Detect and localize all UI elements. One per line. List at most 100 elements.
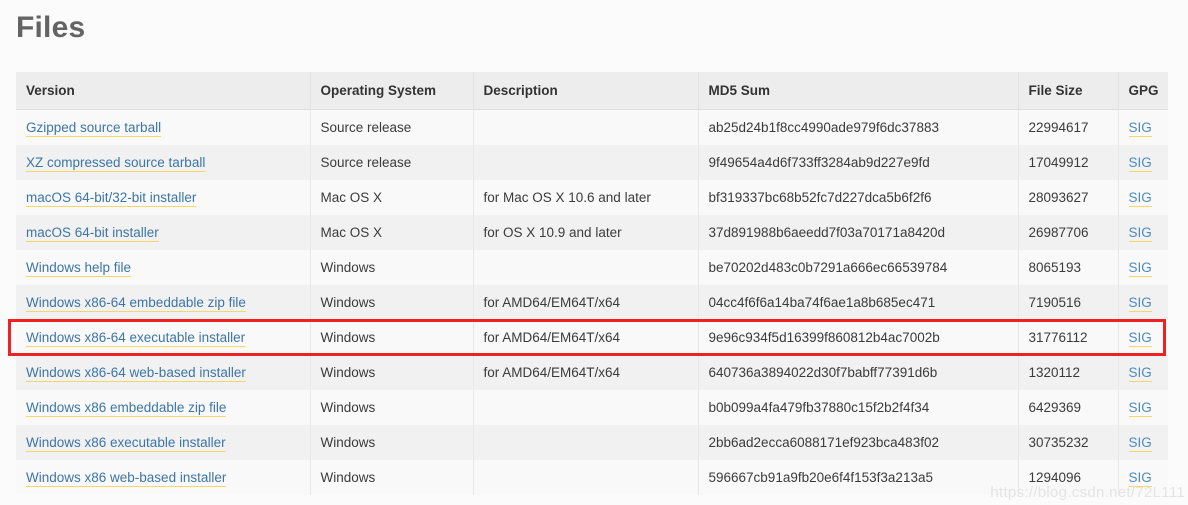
page-title: Files [16,11,86,44]
cell-version: Windows x86 web-based installer [16,460,311,495]
cell-gpg: SIG [1118,109,1168,145]
table-row: macOS 64-bit/32-bit installer Mac OS Xfor… [16,180,1168,215]
download-link[interactable]: Gzipped source tarball [26,120,162,137]
cell-version: Windows x86-64 web-based installer [16,355,311,390]
column-header-version[interactable]: Version [16,72,311,110]
cell-md5-sum: 9e96c934f5d16399f860812b4ac7002b [698,320,1019,355]
cell-version: Windows x86-64 executable installer [16,320,311,355]
download-link[interactable]: Windows x86 web-based installer [26,470,227,487]
cell-operating-system: Mac OS X [310,215,474,250]
cell-gpg: SIG [1118,180,1168,215]
cell-description [473,425,699,460]
sig-link[interactable]: SIG [1128,155,1152,172]
download-link[interactable]: macOS 64-bit/32-bit installer [26,190,197,207]
table-row: macOS 64-bit installer Mac OS Xfor OS X 1… [16,215,1168,250]
table-row: Windows x86 executable installer Windows 2… [16,425,1168,460]
cell-file-size: 30735232 [1018,425,1119,460]
cell-md5-sum: 9f49654a4d6f733ff3284ab9d227e9fd [698,145,1019,180]
cell-file-size: 26987706 [1018,215,1119,250]
sig-link[interactable]: SIG [1128,120,1152,137]
cell-version: Windows help file [16,250,311,285]
cell-file-size: 1320112 [1018,355,1119,390]
cell-version: macOS 64-bit installer [16,215,311,250]
download-link[interactable]: Windows x86 embeddable zip file [26,400,227,417]
cell-description: for OS X 10.9 and later [473,215,699,250]
download-link[interactable]: Windows x86-64 web-based installer [26,365,246,382]
cell-file-size: 6429369 [1018,390,1119,425]
sig-link[interactable]: SIG [1128,225,1152,242]
cell-operating-system: Windows [310,460,474,495]
cell-gpg: SIG [1118,355,1168,390]
table-row: Windows x86 embeddable zip file Windows b0… [16,390,1168,425]
table-row: Windows x86-64 embeddable zip file Window… [16,285,1168,320]
download-link[interactable]: XZ compressed source tarball [26,155,206,172]
cell-operating-system: Mac OS X [310,180,474,215]
cell-gpg: SIG [1118,215,1168,250]
column-header-md5-sum[interactable]: MD5 Sum [698,72,1019,110]
column-header-gpg[interactable]: GPG [1118,72,1168,110]
download-link[interactable]: Windows help file [26,260,132,277]
cell-md5-sum: 2bb6ad2ecca6088171ef923bca483f02 [698,425,1019,460]
cell-md5-sum: b0b099a4fa479fb37880c15f2b2f4f34 [698,390,1019,425]
files-page: Files Version Operating System Descripti… [0,0,1188,505]
cell-gpg: SIG [1118,145,1168,180]
sig-link[interactable]: SIG [1128,190,1152,207]
cell-version: Windows x86 embeddable zip file [16,390,311,425]
download-link[interactable]: macOS 64-bit installer [26,225,159,242]
sig-link[interactable]: SIG [1128,365,1152,382]
cell-file-size: 22994617 [1018,109,1119,145]
cell-gpg: SIG [1118,425,1168,460]
sig-link[interactable]: SIG [1128,295,1152,312]
cell-operating-system: Windows [310,320,474,355]
table-row: Windows x86-64 executable installer Windo… [16,320,1168,355]
cell-md5-sum: bf319337bc68b52fc7d227dca5b6f2f6 [698,180,1019,215]
cell-gpg: SIG [1118,390,1168,425]
cell-md5-sum: 37d891988b6aeedd7f03a70171a8420d [698,215,1019,250]
cell-operating-system: Windows [310,425,474,460]
cell-gpg: SIG [1118,285,1168,320]
cell-description [473,250,699,285]
cell-operating-system: Source release [310,145,474,180]
cell-description [473,390,699,425]
cell-version: Gzipped source tarball [16,109,311,145]
cell-operating-system: Source release [310,109,474,145]
sig-link[interactable]: SIG [1128,400,1152,417]
download-link[interactable]: Windows x86-64 embeddable zip file [26,295,246,312]
column-header-description[interactable]: Description [473,72,699,110]
cell-md5-sum: 596667cb91a9fb20e6f4f153f3a213a5 [698,460,1019,495]
sig-link[interactable]: SIG [1128,330,1152,347]
cell-md5-sum: be70202d483c0b7291a666ec66539784 [698,250,1019,285]
watermark-text: https://blog.csdn.net/72L111 [990,484,1185,501]
cell-file-size: 28093627 [1018,180,1119,215]
column-header-operating-system[interactable]: Operating System [310,72,474,110]
download-link[interactable]: Windows x86-64 executable installer [26,330,246,347]
cell-version: Windows x86-64 embeddable zip file [16,285,311,320]
table-row: Windows help file Windows be70202d483c0b72… [16,250,1168,285]
files-table-head: Version Operating System Description MD5… [16,72,1168,110]
table-header-row: Version Operating System Description MD5… [16,72,1168,110]
cell-gpg: SIG [1118,250,1168,285]
sig-link[interactable]: SIG [1128,435,1152,452]
cell-version: Windows x86 executable installer [16,425,311,460]
cell-md5-sum: 640736a3894022d30f7babff77391d6b [698,355,1019,390]
table-row: Windows x86-64 web-based installer Window… [16,355,1168,390]
download-link[interactable]: Windows x86 executable installer [26,435,226,452]
cell-operating-system: Windows [310,390,474,425]
cell-gpg: SIG [1118,320,1168,355]
table-row: Gzipped source tarball Source release ab25… [16,109,1168,145]
cell-description: for AMD64/EM64T/x64 [473,285,699,320]
cell-description [473,109,699,145]
cell-description [473,460,699,495]
cell-operating-system: Windows [310,285,474,320]
files-table-container: Version Operating System Description MD5… [16,72,1168,495]
files-table: Version Operating System Description MD5… [16,72,1168,495]
column-header-file-size[interactable]: File Size [1018,72,1119,110]
cell-description: for AMD64/EM64T/x64 [473,320,699,355]
table-row: XZ compressed source tarball Source relea… [16,145,1168,180]
files-table-body: Gzipped source tarball Source release ab25… [16,109,1168,495]
sig-link[interactable]: SIG [1128,260,1152,277]
cell-version: XZ compressed source tarball [16,145,311,180]
cell-file-size: 8065193 [1018,250,1119,285]
cell-description [473,145,699,180]
cell-file-size: 7190516 [1018,285,1119,320]
